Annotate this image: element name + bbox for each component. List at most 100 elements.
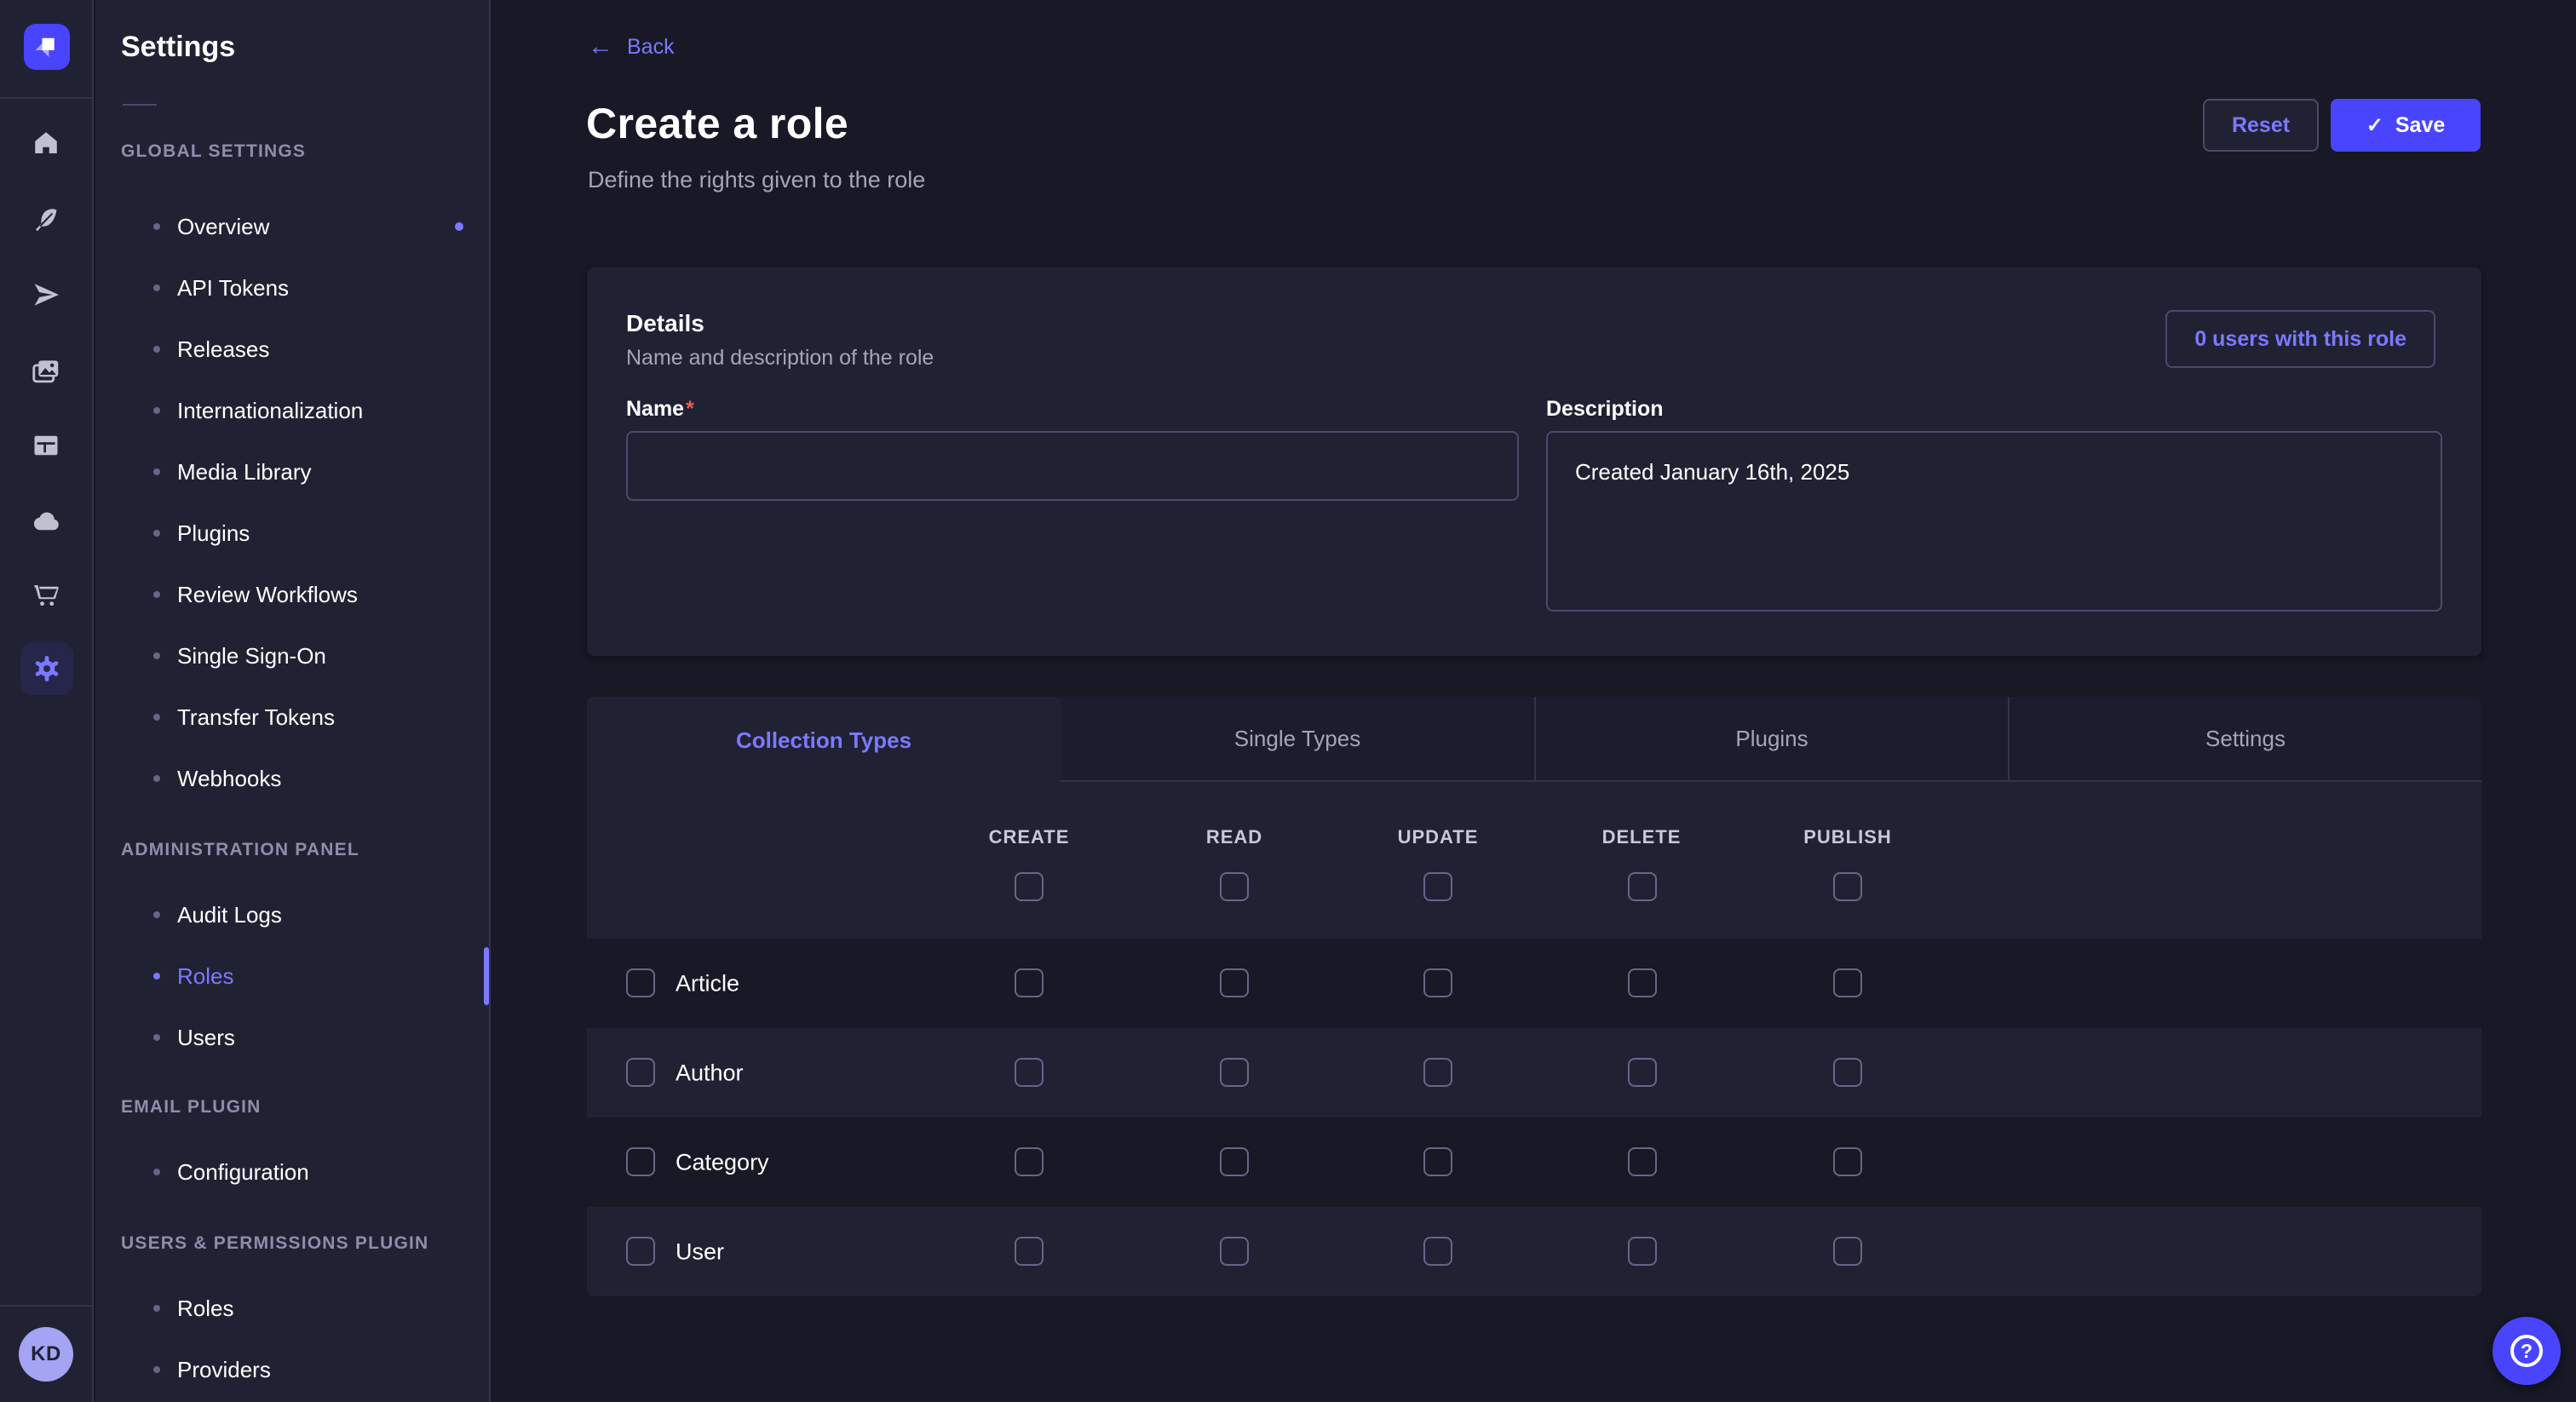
author-row-checkbox[interactable]: [626, 1058, 655, 1087]
details-subtitle: Name and description of the role: [626, 346, 934, 371]
strapi-logo[interactable]: [24, 24, 70, 70]
bullet-icon: [153, 652, 160, 659]
article-delete-checkbox[interactable]: [1628, 968, 1657, 997]
category-delete-checkbox[interactable]: [1628, 1147, 1657, 1176]
sidebar-item-roles-up[interactable]: Roles: [95, 1278, 489, 1339]
category-row-checkbox[interactable]: [626, 1147, 655, 1176]
sidebar-item-configuration[interactable]: Configuration: [95, 1141, 489, 1203]
question-mark-icon: ?: [2510, 1335, 2543, 1367]
table-row-author: Author: [587, 1028, 2481, 1118]
settings-gear-icon[interactable]: [20, 642, 73, 695]
tab-plugins[interactable]: Plugins: [1534, 697, 2008, 780]
cloud-icon[interactable]: [29, 504, 63, 538]
bullet-icon: [153, 1366, 160, 1373]
bullet-icon: [153, 1305, 160, 1312]
back-arrow-icon: ←: [588, 34, 613, 60]
home-icon[interactable]: [29, 126, 63, 160]
reset-button[interactable]: Reset: [2203, 99, 2319, 152]
permissions-header: CREATE READ UPDATE DELETE PUBLISH: [587, 782, 2481, 939]
avatar[interactable]: KD: [19, 1327, 73, 1382]
details-title: Details: [626, 310, 704, 337]
layout-icon[interactable]: [29, 428, 63, 463]
back-link[interactable]: ← Back: [588, 34, 675, 60]
user-publish-checkbox[interactable]: [1833, 1237, 1862, 1266]
paper-plane-icon[interactable]: [29, 278, 63, 312]
save-button[interactable]: ✓ Save: [2331, 99, 2481, 152]
column-create: CREATE: [961, 826, 1097, 848]
sidebar-item-overview[interactable]: Overview: [95, 196, 489, 257]
user-row-checkbox[interactable]: [626, 1237, 655, 1266]
user-delete-checkbox[interactable]: [1628, 1237, 1657, 1266]
author-read-checkbox[interactable]: [1220, 1058, 1249, 1087]
tab-collection-types[interactable]: Collection Types: [587, 697, 1061, 784]
active-item-indicator: [484, 947, 489, 1005]
user-update-checkbox[interactable]: [1423, 1237, 1452, 1266]
author-create-checkbox[interactable]: [1015, 1058, 1044, 1087]
media-library-icon[interactable]: [29, 354, 63, 388]
bullet-icon: [153, 284, 160, 291]
bullet-icon: [153, 911, 160, 918]
sidebar-item-users[interactable]: Users: [95, 1007, 489, 1068]
rail-divider: [0, 1305, 92, 1307]
select-all-update-checkbox[interactable]: [1423, 872, 1452, 901]
user-read-checkbox[interactable]: [1220, 1237, 1249, 1266]
author-delete-checkbox[interactable]: [1628, 1058, 1657, 1087]
bullet-icon: [153, 591, 160, 598]
sidebar-item-transfer-tokens[interactable]: Transfer Tokens: [95, 687, 489, 748]
sidebar-item-roles-admin[interactable]: Roles: [95, 945, 489, 1007]
select-all-publish-checkbox[interactable]: [1833, 872, 1862, 901]
sidebar-item-plugins[interactable]: Plugins: [95, 503, 489, 564]
bullet-icon: [153, 407, 160, 414]
bullet-icon: [153, 346, 160, 353]
user-create-checkbox[interactable]: [1015, 1237, 1044, 1266]
section-email-plugin: EMAIL PLUGIN: [121, 1097, 262, 1118]
name-label: Name*: [626, 397, 694, 422]
permissions-card: Collection Types Single Types Plugins Se…: [587, 697, 2481, 1296]
category-publish-checkbox[interactable]: [1833, 1147, 1862, 1176]
author-update-checkbox[interactable]: [1423, 1058, 1452, 1087]
category-create-checkbox[interactable]: [1015, 1147, 1044, 1176]
users-with-role-button[interactable]: 0 users with this role: [2165, 310, 2435, 368]
table-row-category: Category: [587, 1118, 2481, 1207]
sidebar-item-audit-logs[interactable]: Audit Logs: [95, 884, 489, 945]
article-publish-checkbox[interactable]: [1833, 968, 1862, 997]
description-textarea[interactable]: Created January 16th, 2025: [1546, 431, 2442, 612]
sidebar-item-providers[interactable]: Providers: [95, 1339, 489, 1400]
feather-icon[interactable]: [29, 203, 63, 237]
sidebar-item-webhooks[interactable]: Webhooks: [95, 748, 489, 809]
select-all-read-checkbox[interactable]: [1220, 872, 1249, 901]
column-read: READ: [1166, 826, 1302, 848]
sidebar-item-review-workflows[interactable]: Review Workflows: [95, 564, 489, 625]
table-row-user: User: [587, 1207, 2481, 1296]
article-row-checkbox[interactable]: [626, 968, 655, 997]
select-all-delete-checkbox[interactable]: [1628, 872, 1657, 901]
author-publish-checkbox[interactable]: [1833, 1058, 1862, 1087]
tab-settings[interactable]: Settings: [2008, 697, 2481, 780]
main-content: ← Back Create a role Define the rights g…: [491, 0, 2576, 1402]
sidebar-item-single-sign-on[interactable]: Single Sign-On: [95, 625, 489, 687]
check-icon: ✓: [2366, 113, 2383, 138]
tab-single-types[interactable]: Single Types: [1061, 697, 1534, 780]
sidebar-item-media-library[interactable]: Media Library: [95, 441, 489, 503]
column-update: UPDATE: [1370, 826, 1506, 848]
help-button[interactable]: ?: [2493, 1317, 2561, 1385]
article-update-checkbox[interactable]: [1423, 968, 1452, 997]
sidebar-item-api-tokens[interactable]: API Tokens: [95, 257, 489, 319]
sidebar-item-internationalization[interactable]: Internationalization: [95, 380, 489, 441]
category-read-checkbox[interactable]: [1220, 1147, 1249, 1176]
select-all-create-checkbox[interactable]: [1015, 872, 1044, 901]
description-label: Description: [1546, 397, 1664, 422]
required-asterisk: *: [686, 397, 694, 421]
section-administration-panel: ADMINISTRATION PANEL: [121, 840, 359, 860]
bullet-icon: [153, 468, 160, 475]
category-update-checkbox[interactable]: [1423, 1147, 1452, 1176]
name-input[interactable]: [626, 431, 1519, 501]
article-create-checkbox[interactable]: [1015, 968, 1044, 997]
marketplace-cart-icon[interactable]: [29, 578, 63, 612]
bullet-icon: [153, 1034, 160, 1041]
article-read-checkbox[interactable]: [1220, 968, 1249, 997]
sidebar-item-releases[interactable]: Releases: [95, 319, 489, 380]
bullet-icon: [153, 223, 160, 230]
notification-dot: [455, 222, 463, 231]
icon-rail: KD: [0, 0, 94, 1402]
